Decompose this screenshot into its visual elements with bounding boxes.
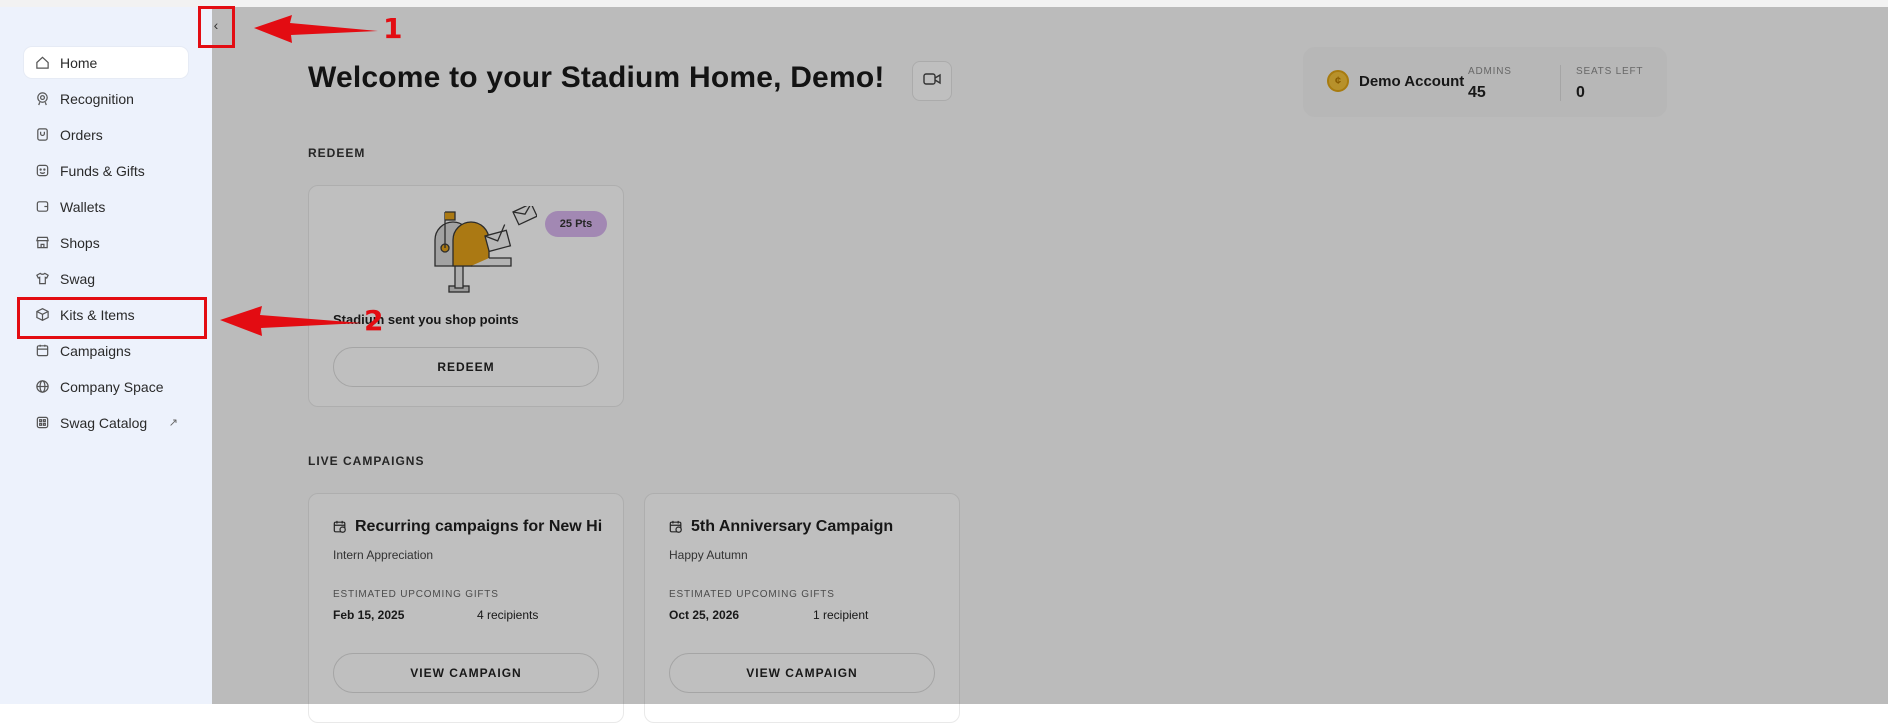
external-link-icon: ↗ xyxy=(168,417,178,429)
live-campaigns-section-label: LIVE CAMPAIGNS xyxy=(308,454,425,468)
annotation-number-1: 1 xyxy=(383,12,403,45)
campaign-recipients: 4 recipients xyxy=(477,608,539,622)
sidebar-item-label: Campaigns xyxy=(60,342,131,359)
shirt-icon xyxy=(34,271,50,287)
sidebar-item-swag[interactable]: Swag xyxy=(24,263,188,294)
admins-value: 45 xyxy=(1468,84,1486,101)
award-icon xyxy=(34,91,50,107)
store-icon xyxy=(34,235,50,251)
sidebar-item-label: Orders xyxy=(60,126,103,143)
campaign-title: 5th Anniversary Campaign xyxy=(669,518,939,536)
sidebar-item-shops[interactable]: Shops xyxy=(24,227,188,258)
seats-left-label: SEATS LEFT xyxy=(1576,66,1644,77)
estimated-gifts-label: ESTIMATED UPCOMING GIFTS xyxy=(333,589,499,600)
sidebar-item-home[interactable]: Home xyxy=(24,47,188,78)
box-icon xyxy=(34,307,50,323)
sidebar-item-label: Funds & Gifts xyxy=(60,162,145,179)
wallet-icon xyxy=(34,199,50,215)
sidebar-item-swag-catalog[interactable]: Swag Catalog ↗ xyxy=(24,407,188,438)
redeem-section-label: REDEEM xyxy=(308,146,366,160)
sidebar-item-label: Home xyxy=(60,54,98,71)
view-campaign-button[interactable]: VIEW CAMPAIGN xyxy=(669,653,935,693)
seats-left-value: 0 xyxy=(1576,84,1585,101)
sidebar-item-campaigns[interactable]: Campaigns xyxy=(24,335,188,366)
sidebar-item-orders[interactable]: Orders xyxy=(24,119,188,150)
bag-icon xyxy=(34,127,50,143)
sidebar-item-label: Kits & Items xyxy=(60,306,135,323)
sidebar-item-label: Swag xyxy=(60,270,96,287)
estimated-gifts-label: ESTIMATED UPCOMING GIFTS xyxy=(669,589,835,600)
account-name: Demo Account xyxy=(1359,73,1465,90)
view-campaign-button[interactable]: VIEW CAMPAIGN xyxy=(333,653,599,693)
points-badge: 25 Pts xyxy=(545,211,607,237)
sidebar-item-label: Wallets xyxy=(60,198,106,215)
gift-icon xyxy=(34,163,50,179)
mailbox-illustration xyxy=(427,202,538,301)
sidebar-item-label: Shops xyxy=(60,234,100,251)
recurring-calendar-icon xyxy=(669,520,682,533)
globe-icon xyxy=(34,379,50,395)
top-strip xyxy=(0,0,1888,7)
redeem-button[interactable]: REDEEM xyxy=(333,347,599,387)
sidebar-item-label: Swag Catalog xyxy=(60,414,148,431)
recurring-calendar-icon xyxy=(333,520,346,533)
coin-icon: ¢ xyxy=(1327,70,1349,92)
sidebar-item-funds-gifts[interactable]: Funds & Gifts xyxy=(24,155,188,186)
collapse-sidebar-button[interactable]: ‹ xyxy=(199,8,233,42)
video-button[interactable] xyxy=(912,61,952,101)
campaign-card: 5th Anniversary Campaign Happy Autumn ES… xyxy=(644,493,960,723)
home-icon xyxy=(34,55,50,71)
sidebar-item-company-space[interactable]: Company Space xyxy=(24,371,188,402)
annotation-number-2: 2 xyxy=(364,304,384,337)
sidebar-item-label: Recognition xyxy=(60,90,134,107)
campaign-date: Oct 25, 2026 xyxy=(669,608,740,622)
calendar-icon xyxy=(34,343,50,359)
campaign-card: Recurring campaigns for New Hi Intern Ap… xyxy=(308,493,624,723)
campaign-title-text: Recurring campaigns for New Hi xyxy=(355,518,603,535)
sidebar-nav: Home Recognition Orders Funds & Gifts Wa… xyxy=(24,47,188,443)
video-camera-icon xyxy=(923,72,941,91)
account-summary: ¢ Demo Account ADMINS 45 SEATS LEFT 0 xyxy=(1303,47,1667,117)
admins-label: ADMINS xyxy=(1468,66,1512,77)
campaign-subtitle: Happy Autumn xyxy=(669,548,748,562)
campaign-title: Recurring campaigns for New Hi xyxy=(333,518,603,536)
campaign-recipients: 1 recipient xyxy=(813,608,869,622)
redeem-message: Stadium sent you shop points xyxy=(333,312,519,327)
divider xyxy=(1560,65,1561,101)
chevron-left-icon: ‹ xyxy=(213,17,219,33)
page-title: Welcome to your Stadium Home, Demo! xyxy=(308,61,885,94)
campaign-title-text: 5th Anniversary Campaign xyxy=(691,518,894,535)
redeem-card: 25 Pts Stadium sent you shop points REDE… xyxy=(308,185,624,407)
sidebar-item-wallets[interactable]: Wallets xyxy=(24,191,188,222)
campaign-date: Feb 15, 2025 xyxy=(333,608,405,622)
main-content: Welcome to your Stadium Home, Demo! ¢ De… xyxy=(212,7,1888,723)
catalog-icon xyxy=(34,415,50,431)
sidebar: Home Recognition Orders Funds & Gifts Wa… xyxy=(0,7,212,704)
sidebar-item-kits-items[interactable]: Kits & Items xyxy=(24,299,188,330)
campaign-subtitle: Intern Appreciation xyxy=(333,548,434,562)
sidebar-item-label: Company Space xyxy=(60,378,164,395)
sidebar-item-recognition[interactable]: Recognition xyxy=(24,83,188,114)
